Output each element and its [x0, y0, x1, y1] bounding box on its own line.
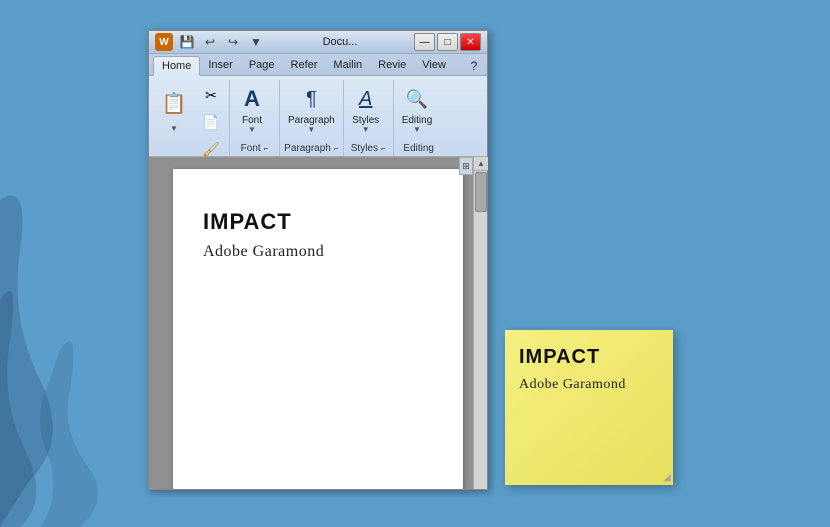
sticky-note: IMPACT Adobe Garamond ◢ — [505, 330, 673, 485]
editing-button[interactable]: 🔍 Editing ▼ — [398, 82, 437, 138]
save-qat-button[interactable]: 💾 — [177, 33, 197, 51]
paste-dropdown-arrow[interactable]: ▼ — [170, 124, 178, 133]
font-group: A Font ▼ Font ⌐ — [230, 80, 280, 156]
sticky-impact-text: IMPACT — [519, 346, 659, 369]
editing-group-label: Editing — [398, 140, 440, 156]
font-button[interactable]: A Font ▼ — [234, 82, 270, 138]
styles-group-label: Styles ⌐ — [348, 140, 389, 156]
styles-buttons: A Styles ▼ — [348, 80, 389, 140]
document-garamond-text: Adobe Garamond — [203, 243, 433, 261]
quick-access-toolbar: 💾 ↩ ↪ ▼ — [177, 33, 266, 51]
paragraph-group-label: Paragraph ⌐ — [284, 140, 339, 156]
paragraph-group: ¶ Paragraph ▼ Paragraph ⌐ — [280, 80, 344, 156]
document-page: IMPACT Adobe Garamond — [173, 169, 463, 489]
paragraph-group-label-text: Paragraph — [284, 143, 331, 154]
document-impact-text: IMPACT — [203, 209, 433, 235]
title-bar-left: W 💾 ↩ ↪ ▼ — [155, 33, 266, 51]
paste-button[interactable]: 📋 — [157, 82, 191, 124]
paragraph-arrow[interactable]: ▼ — [307, 126, 315, 134]
clipboard-group: 📋 ▼ ✂ 📄 🖌 — [153, 80, 230, 156]
document-view-button[interactable]: ⊞ — [459, 157, 473, 175]
paragraph-buttons: ¶ Paragraph ▼ — [284, 80, 339, 140]
clipboard-small-buttons: ✂ 📄 🖌 — [197, 82, 225, 162]
editing-group: 🔍 Editing ▼ Editing — [394, 80, 444, 156]
ribbon-tab-bar: Home Inser Page Refer Mailin Revie View … — [149, 54, 487, 76]
undo-qat-button[interactable]: ↩ — [200, 33, 220, 51]
close-button[interactable]: ✕ — [460, 33, 481, 51]
tab-home[interactable]: Home — [153, 56, 200, 76]
tab-view[interactable]: View — [414, 55, 454, 75]
scroll-thumb[interactable] — [475, 172, 487, 212]
editing-arrow[interactable]: ▼ — [413, 126, 421, 134]
editing-group-label-text: Editing — [403, 143, 434, 154]
tab-references[interactable]: Refer — [283, 55, 326, 75]
styles-button[interactable]: A Styles ▼ — [348, 82, 384, 138]
cut-button[interactable]: ✂ — [197, 82, 225, 108]
vertical-scrollbar[interactable]: ▲ — [473, 157, 487, 489]
copy-button[interactable]: 📄 — [197, 109, 225, 135]
font-arrow[interactable]: ▼ — [248, 126, 256, 134]
scroll-up-button[interactable]: ▲ — [474, 157, 488, 171]
app-icon-label: W — [159, 37, 168, 48]
font-group-label: Font ⌐ — [234, 140, 275, 156]
ribbon-content: 📋 ▼ ✂ 📄 🖌 — [149, 76, 487, 156]
styles-icon: A — [352, 85, 380, 113]
maximize-button[interactable]: □ — [437, 33, 458, 51]
minimize-button[interactable]: — — [414, 33, 435, 51]
ribbon: Home Inser Page Refer Mailin Revie View … — [149, 54, 487, 157]
help-icon[interactable]: ? — [465, 57, 483, 75]
font-group-label-text: Font — [241, 143, 261, 154]
sticky-resize-handle[interactable]: ◢ — [663, 472, 671, 483]
paste-area: 📋 ▼ — [157, 82, 191, 133]
paragraph-button[interactable]: ¶ Paragraph ▼ — [284, 82, 339, 138]
qat-more-button[interactable]: ▼ — [246, 33, 266, 51]
styles-arrow[interactable]: ▼ — [362, 126, 370, 134]
tab-mailings[interactable]: Mailin — [325, 55, 370, 75]
font-expand-icon[interactable]: ⌐ — [264, 144, 269, 153]
font-icon: A — [238, 85, 266, 113]
title-bar-controls: — □ ✕ — [414, 33, 481, 51]
styles-group: A Styles ▼ Styles ⌐ — [344, 80, 394, 156]
window-title: Docu... — [323, 36, 358, 48]
paragraph-expand-icon[interactable]: ⌐ — [334, 144, 339, 153]
app-icon: W — [155, 33, 173, 51]
word-window: W 💾 ↩ ↪ ▼ Docu... — □ ✕ Home Inser Page … — [148, 30, 488, 490]
editing-buttons: 🔍 Editing ▼ — [398, 80, 440, 140]
styles-group-label-text: Styles — [351, 143, 378, 154]
sticky-garamond-text: Adobe Garamond — [519, 377, 659, 393]
clipboard-buttons: 📋 ▼ ✂ 📄 🖌 — [157, 80, 225, 162]
styles-expand-icon[interactable]: ⌐ — [381, 144, 386, 153]
tab-page[interactable]: Page — [241, 55, 283, 75]
tab-insert[interactable]: Inser — [200, 55, 240, 75]
paste-icon: 📋 — [162, 91, 187, 116]
editing-icon: 🔍 — [403, 85, 431, 113]
title-bar: W 💾 ↩ ↪ ▼ Docu... — □ ✕ — [149, 31, 487, 54]
tab-review[interactable]: Revie — [370, 55, 414, 75]
cut-icon: ✂ — [200, 84, 222, 106]
paragraph-icon: ¶ — [297, 85, 325, 113]
document-area: ⊞ IMPACT Adobe Garamond ▲ — [149, 157, 487, 489]
redo-qat-button[interactable]: ↪ — [223, 33, 243, 51]
font-buttons: A Font ▼ — [234, 80, 275, 140]
document-container: ⊞ IMPACT Adobe Garamond — [149, 157, 487, 489]
copy-icon: 📄 — [200, 111, 222, 133]
